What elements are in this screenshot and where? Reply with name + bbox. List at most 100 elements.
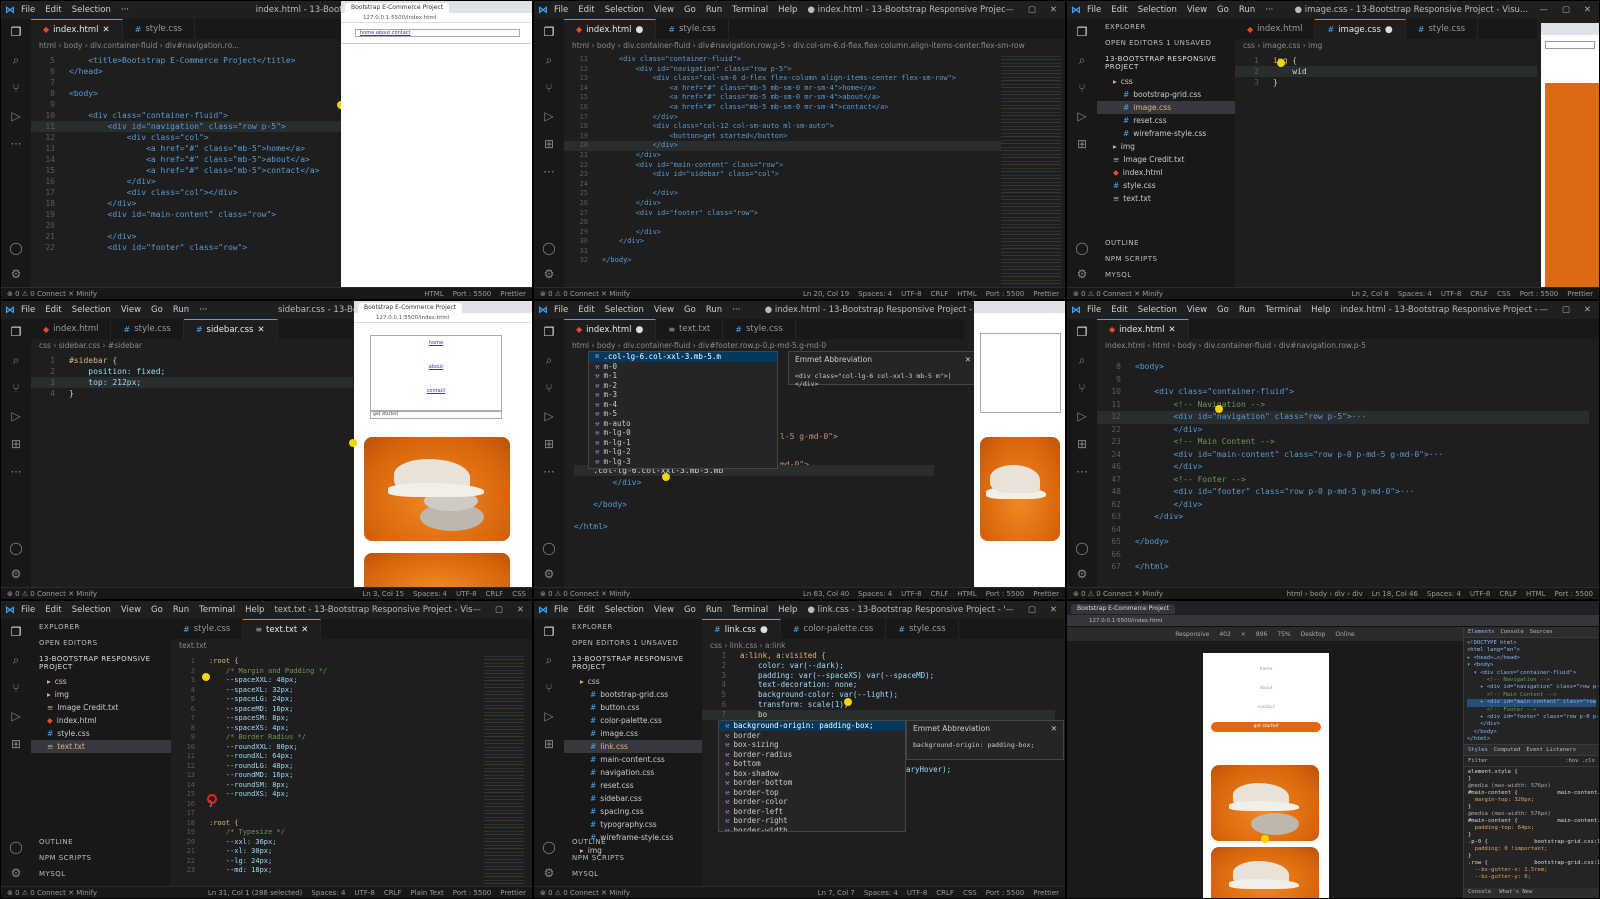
suggest-item[interactable]: ⚒ m-4: [589, 400, 777, 410]
suggest-item[interactable]: ⚒ m-1: [589, 371, 777, 381]
gear-icon[interactable]: ⚙: [542, 267, 556, 281]
extensions-icon[interactable]: ⊞: [542, 137, 556, 151]
open-editors-section[interactable]: OPEN EDITORS: [31, 635, 171, 651]
menu-item-help[interactable]: Help: [1311, 305, 1330, 315]
source-control-icon[interactable]: ⑂: [9, 381, 23, 395]
code-line[interactable]: 28: [564, 218, 1001, 228]
status-item[interactable]: Prettier: [1033, 590, 1059, 598]
code-line[interactable]: 32 </body>: [564, 256, 1001, 266]
tab-image-css[interactable]: # image.css ●: [1315, 19, 1406, 39]
network-select[interactable]: Online: [1335, 631, 1354, 638]
status-prettier[interactable]: Prettier: [500, 290, 526, 298]
account-icon[interactable]: ◯: [542, 840, 556, 854]
sidebar-section-mysql[interactable]: MYSQL: [1097, 267, 1235, 283]
menu-item-edit[interactable]: Edit: [45, 305, 61, 315]
code-editor[interactable]: 1 #sidebar {2 position: fixed; 3 top: 212p…: [31, 355, 353, 399]
tab-link-css[interactable]: # link.css ●: [702, 619, 781, 639]
file-tree-item[interactable]: # spacing.css: [564, 805, 702, 818]
menu-item-file[interactable]: File: [1087, 5, 1101, 15]
dom-node[interactable]: ▸ <head>…</head>: [1467, 655, 1596, 662]
menu-item-go[interactable]: Go: [684, 605, 696, 615]
menu-file[interactable]: File: [21, 5, 35, 15]
source-control-icon[interactable]: ⑂: [1075, 81, 1089, 95]
status-item[interactable]: CRLF: [384, 889, 402, 897]
code-line[interactable]: 10 <div class="container-fluid">: [31, 110, 341, 121]
dom-node[interactable]: <!-- Navigation -->: [1467, 677, 1596, 684]
close-window-icon[interactable]: ✕: [1050, 5, 1057, 15]
status-item[interactable]: UTF-8: [354, 889, 374, 897]
close-window-icon[interactable]: ✕: [1584, 5, 1591, 15]
maximize-icon[interactable]: ▢: [495, 605, 503, 615]
tab-style-css[interactable]: # style.css: [886, 619, 959, 639]
css-rule-line[interactable]: element.style {: [1468, 769, 1595, 776]
menu-item-go[interactable]: Go: [684, 305, 696, 315]
get-started-button[interactable]: get started: [1211, 722, 1321, 732]
status-problems[interactable]: ⊗ 0 ⚠ 0 Connect ✕ Minify: [1073, 290, 1163, 298]
code-line[interactable]: 22 <div id="main-content" class="row">: [564, 161, 1001, 171]
status-item[interactable]: Prettier: [1567, 290, 1593, 298]
code-line[interactable]: 15 <a href="#" class="mb-5 mb-sm-0 mr-sm…: [564, 93, 1001, 103]
close-window-icon[interactable]: ✕: [1584, 305, 1591, 315]
file-tree-item[interactable]: # bootstrap-grid.css: [1097, 88, 1235, 101]
code-line[interactable]: 48 <div id="footer" class="row p-0 p-md-…: [1097, 486, 1589, 499]
sidebar-section-mysql[interactable]: MYSQL: [564, 866, 702, 882]
menu-item-view[interactable]: View: [654, 605, 674, 615]
file-tree-item[interactable]: ≡ text.txt: [31, 740, 171, 753]
status-item[interactable]: CRLF: [1470, 290, 1488, 298]
run-debug-icon[interactable]: ▷: [9, 709, 23, 723]
suggest-item[interactable]: ⚒ border-top: [719, 788, 905, 798]
file-tree-item[interactable]: ▸ css: [1097, 75, 1235, 88]
nav-link-contact[interactable]: contact: [1203, 705, 1329, 710]
code-line[interactable]: 22 <div id="footer" class="row">: [31, 242, 341, 253]
code-line[interactable]: 2 position: fixed;: [31, 366, 353, 377]
explorer-icon[interactable]: ❐: [1075, 25, 1089, 39]
file-tree-item[interactable]: ≡ Image Credit.txt: [31, 701, 171, 714]
status-problems[interactable]: ⊗ 0 ⚠ 0 Connect ✕ Minify: [1073, 590, 1163, 598]
status-item[interactable]: HTML: [957, 590, 976, 598]
menu-item-run[interactable]: Run: [1239, 305, 1255, 315]
tab-index-html[interactable]: ◆ index.html ●: [564, 19, 657, 39]
code-line[interactable]: 5 <title>Bootstrap E-Commerce Project</t…: [31, 55, 341, 66]
status-problems[interactable]: ⊗ 0 ⚠ 0 Connect ✕ Minify: [540, 290, 630, 298]
source-control-icon[interactable]: ⑂: [542, 681, 556, 695]
status-problems[interactable]: ⊗ 0 ⚠ 0 Connect ✕ Minify: [7, 290, 97, 298]
tab-style-css[interactable]: # style.css: [1406, 19, 1479, 39]
project-folder[interactable]: 13-BOOTSTRAP RESPONSIVE PROJECT: [31, 651, 171, 675]
status-item[interactable]: UTF-8: [901, 590, 921, 598]
search-icon[interactable]: ⌕: [542, 653, 556, 667]
status-item[interactable]: Ln 63, Col 40: [803, 590, 849, 598]
code-line[interactable]: 6 --spaceMD: 16px;: [171, 705, 472, 715]
code-line[interactable]: 24 <div id="main-content" class="row p-0…: [1097, 449, 1589, 462]
dom-node[interactable]: ▸ <div id="navigation" class="row p-5">: [1467, 684, 1599, 691]
code-line[interactable]: 24: [564, 180, 1001, 190]
code-line[interactable]: 11 --roundXL: 64px;: [171, 752, 472, 762]
status-item[interactable]: UTF-8: [456, 590, 476, 598]
browser-tab[interactable]: Bootstrap E-Commerce Project: [1071, 604, 1176, 614]
file-tree-item[interactable]: # color-palette.css: [564, 714, 702, 727]
drawer-tab-console[interactable]: Console: [1468, 889, 1491, 897]
status-item[interactable]: Ln 3, Col 15: [362, 590, 404, 598]
code-line[interactable]: 11 <!-- Navigation -->: [1097, 399, 1589, 412]
dom-node[interactable]: <!-- Main Content -->: [1467, 692, 1596, 699]
search-icon[interactable]: ⌕: [542, 53, 556, 67]
close-icon[interactable]: ✕: [257, 325, 264, 335]
file-tree-item[interactable]: ▸ img: [1097, 140, 1235, 153]
run-debug-icon[interactable]: ▷: [542, 109, 556, 123]
code-line[interactable]: 8 <body>: [1097, 361, 1589, 374]
width-input[interactable]: 402: [1219, 631, 1230, 638]
get-started-button[interactable]: get started: [370, 411, 502, 419]
file-tree-item[interactable]: # bootstrap-grid.css: [564, 688, 702, 701]
code-line[interactable]: 7 bo: [702, 709, 1055, 720]
tab-style-css[interactable]: # style.css: [723, 319, 796, 339]
code-line[interactable]: 9: [31, 99, 341, 110]
dom-node[interactable]: <!DOCTYPE html>: [1467, 640, 1596, 647]
dom-node[interactable]: <!-- Footer -->: [1467, 707, 1596, 714]
suggest-item[interactable]: ⚒ border-color: [719, 797, 905, 807]
code-line[interactable]: 2 color: var(--dark);: [702, 661, 1055, 671]
close-icon[interactable]: ✕: [102, 25, 109, 35]
search-icon[interactable]: ⌕: [9, 653, 23, 667]
search-icon[interactable]: ⌕: [542, 353, 556, 367]
close-icon[interactable]: ✕: [1051, 724, 1057, 733]
tab-sidebar-css[interactable]: # sidebar.css ✕: [183, 319, 278, 339]
status-problems[interactable]: ⊗ 0 ⚠ 0 Connect ✕ Minify: [540, 590, 630, 598]
